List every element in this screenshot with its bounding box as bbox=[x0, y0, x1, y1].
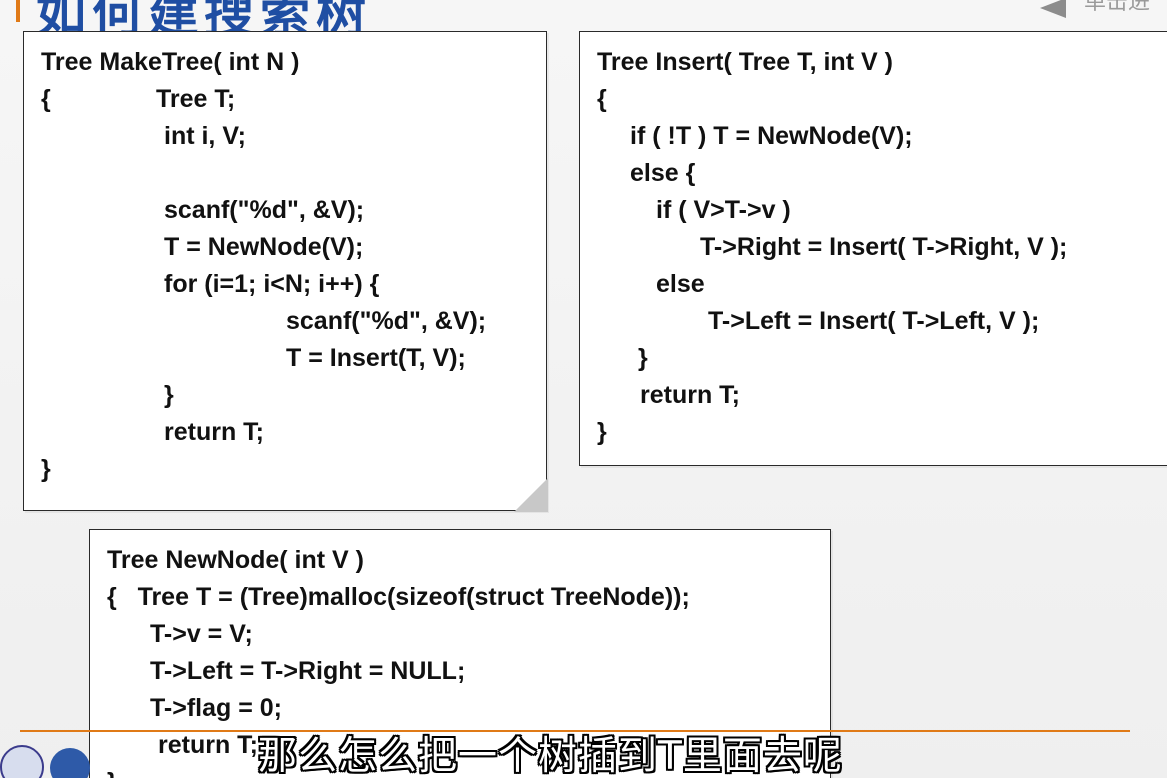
video-subtitle: 那么怎么把一个树插到T里面去呢 bbox=[258, 734, 843, 778]
code-line: Tree Insert( Tree T, int V ) bbox=[597, 48, 893, 76]
code-line: { bbox=[41, 85, 51, 113]
code-line: T->v = V; bbox=[150, 620, 253, 648]
code-line: return T; bbox=[158, 731, 258, 759]
code-line: T->Right = Insert( T->Right, V ); bbox=[700, 233, 1068, 261]
code-line: T->Left = Insert( T->Left, V ); bbox=[708, 307, 1040, 335]
code-line: T = Insert(T, V); bbox=[286, 344, 466, 372]
code-line: scanf("%d", &V); bbox=[164, 196, 365, 224]
code-line: } bbox=[107, 768, 117, 778]
code-line: scanf("%d", &V); bbox=[286, 307, 487, 335]
code-line: T->Left = T->Right = NULL; bbox=[150, 657, 466, 685]
lecture-slide: 如何建搜索树 单击进 Tree MakeTree( int N ) { Tree… bbox=[0, 0, 1167, 778]
code-line: T->flag = 0; bbox=[150, 694, 282, 722]
code-line: { bbox=[597, 85, 607, 113]
brand-logo-icon bbox=[50, 748, 90, 778]
title-accent-bar bbox=[16, 0, 20, 22]
insert-code-box: Tree Insert( Tree T, int V ) { if ( !T )… bbox=[579, 31, 1167, 466]
code-line: else bbox=[656, 270, 705, 298]
code-line: return T; bbox=[164, 418, 264, 446]
maketree-code-box: Tree MakeTree( int N ) { Tree T; int i, … bbox=[23, 31, 548, 512]
code-line: return T; bbox=[640, 381, 740, 409]
code-line: Tree T; bbox=[156, 85, 236, 113]
university-seal-icon bbox=[0, 745, 44, 778]
back-arrow-icon[interactable] bbox=[1040, 0, 1066, 18]
page-curl-icon bbox=[514, 478, 548, 512]
code-line: for (i=1; i<N; i++) { bbox=[164, 270, 380, 298]
code-line: Tree NewNode( int V ) bbox=[107, 546, 364, 574]
nav-link-text[interactable]: 单击进 bbox=[1084, 0, 1150, 16]
code-line: } bbox=[597, 418, 607, 446]
code-line: if ( V>T->v ) bbox=[656, 196, 791, 224]
code-line: int i, V; bbox=[164, 122, 246, 150]
code-line: } bbox=[41, 455, 51, 483]
code-line: } bbox=[164, 381, 174, 409]
code-line: } bbox=[638, 344, 648, 372]
code-line: if ( !T ) T = NewNode(V); bbox=[630, 122, 913, 150]
code-line: Tree MakeTree( int N ) bbox=[41, 48, 300, 76]
code-line: T = NewNode(V); bbox=[164, 233, 364, 261]
code-line: else { bbox=[630, 159, 696, 187]
code-line: { Tree T = (Tree)malloc(sizeof(struct Tr… bbox=[107, 583, 690, 611]
